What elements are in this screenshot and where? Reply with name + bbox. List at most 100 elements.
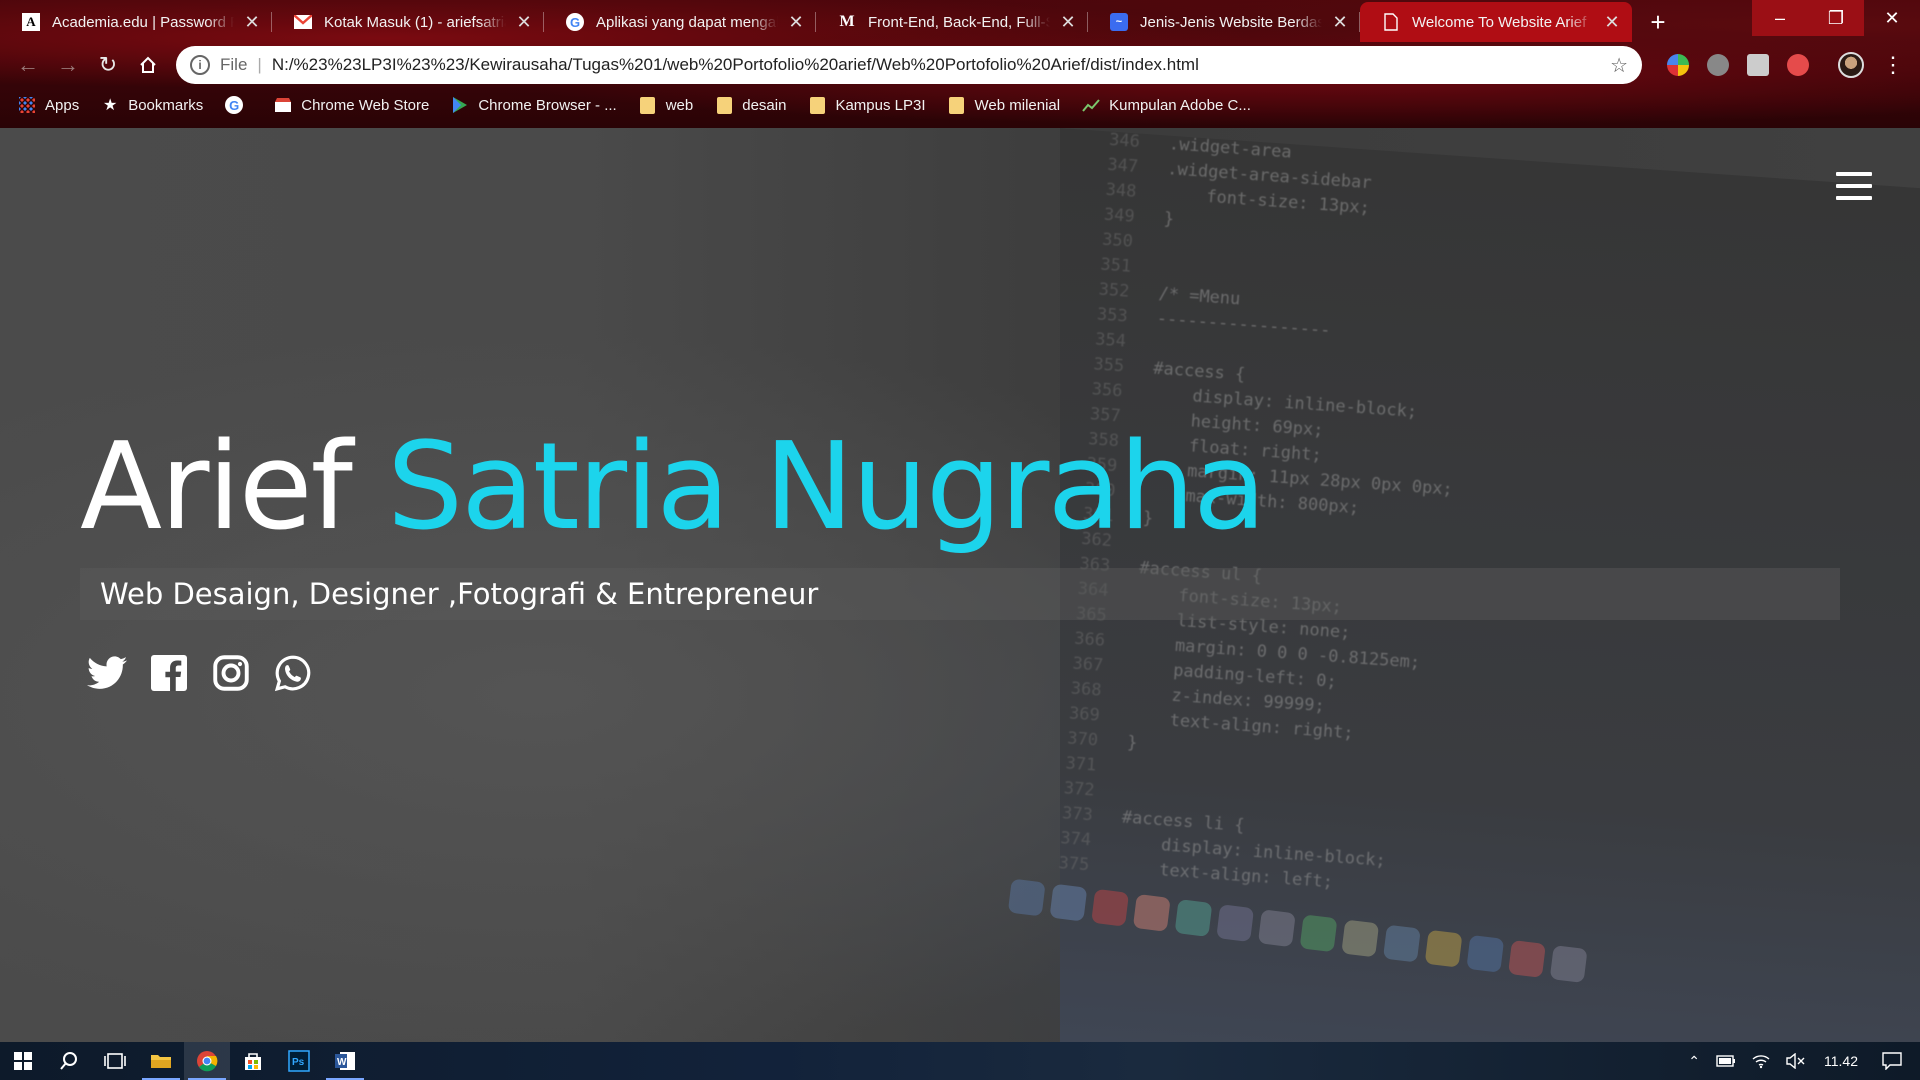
tab-title: Aplikasi yang dapat mengakses bbox=[596, 13, 778, 31]
bookmark-2[interactable]: G bbox=[225, 96, 252, 114]
start-button[interactable] bbox=[0, 1042, 46, 1080]
bookmark-7[interactable]: Kampus LP3I bbox=[808, 96, 926, 114]
bookmark-6[interactable]: desain bbox=[715, 96, 786, 114]
hero-name-highlight: Satria Nugraha bbox=[387, 418, 1267, 557]
chrome-taskbar-button[interactable] bbox=[184, 1042, 230, 1080]
clock[interactable]: 11.42 bbox=[1814, 1053, 1874, 1069]
back-button[interactable]: ← bbox=[8, 45, 48, 85]
tab-title: Kotak Masuk (1) - ariefsatria92@gmail.co… bbox=[324, 13, 506, 31]
home-icon bbox=[140, 56, 156, 73]
profile-avatar[interactable] bbox=[1838, 52, 1864, 78]
bookmark-star-icon[interactable]: ☆ bbox=[1610, 53, 1628, 78]
bookmark-1[interactable]: ★ Bookmarks bbox=[101, 96, 203, 115]
address-bar[interactable]: i File | N:/%23%23LP3I%23%23/Kewirausaha… bbox=[176, 46, 1642, 84]
tab-2[interactable]: G Aplikasi yang dapat mengakses ✕ bbox=[544, 2, 816, 42]
word-icon: W bbox=[335, 1052, 355, 1070]
forward-button[interactable]: → bbox=[48, 45, 88, 85]
whatsapp-link[interactable] bbox=[272, 652, 314, 694]
facebook-link[interactable] bbox=[148, 652, 190, 694]
extension-1-icon[interactable] bbox=[1667, 54, 1689, 76]
hero-section: Arief Satria Nugraha Web Desaign, Design… bbox=[80, 418, 1840, 694]
url-scheme: File bbox=[220, 55, 248, 74]
new-tab-button[interactable]: + bbox=[1638, 2, 1678, 42]
folder-icon bbox=[639, 96, 657, 114]
twitter-link[interactable] bbox=[86, 652, 128, 694]
apps-grid-icon bbox=[18, 96, 36, 114]
tray-expand-icon[interactable]: ⌃ bbox=[1680, 1053, 1708, 1070]
folder-icon bbox=[948, 96, 966, 114]
tab-3[interactable]: M Front-End, Back-End, Full-Stack ✕ bbox=[816, 2, 1088, 42]
play-icon bbox=[451, 96, 469, 114]
instagram-link[interactable] bbox=[210, 652, 252, 694]
chrome-web-store-icon bbox=[274, 96, 292, 114]
academia-icon: A bbox=[22, 13, 40, 31]
website-icon: ~ bbox=[1110, 13, 1128, 31]
instagram-icon bbox=[213, 655, 249, 691]
twitter-icon bbox=[87, 656, 127, 689]
task-view-icon bbox=[104, 1053, 126, 1069]
volume-muted-icon[interactable] bbox=[1778, 1053, 1814, 1069]
bookmark-0[interactable]: Apps bbox=[18, 96, 79, 114]
bookmark-3[interactable]: Chrome Web Store bbox=[274, 96, 429, 114]
tab-title: Jenis-Jenis Website Berdasarkan bbox=[1140, 13, 1322, 31]
bookmark-label: Kumpulan Adobe C... bbox=[1109, 96, 1251, 114]
bookmark-label: Chrome Browser - ... bbox=[478, 96, 617, 114]
tab-strip: A Academia.edu | Password Reset ✕ Kotak Mas… bbox=[0, 0, 1920, 42]
info-icon[interactable]: i bbox=[190, 55, 210, 75]
url-text[interactable]: N:/%23%23LP3I%23%23/Kewirausaha/Tugas%20… bbox=[272, 55, 1610, 75]
tab-close-icon[interactable]: ✕ bbox=[786, 12, 806, 33]
tab-1[interactable]: Kotak Masuk (1) - ariefsatria92@gmail.co… bbox=[272, 2, 544, 42]
tab-0[interactable]: A Academia.edu | Password Reset ✕ bbox=[0, 2, 272, 42]
tab-4[interactable]: ~ Jenis-Jenis Website Berdasarkan ✕ bbox=[1088, 2, 1360, 42]
extension-3-icon[interactable] bbox=[1747, 54, 1769, 76]
minimize-button[interactable]: – bbox=[1752, 0, 1808, 36]
close-window-button[interactable]: ✕ bbox=[1864, 0, 1920, 36]
star-icon: ★ bbox=[103, 97, 118, 114]
store-button[interactable] bbox=[230, 1042, 276, 1080]
battery-icon[interactable] bbox=[1708, 1055, 1744, 1067]
photoshop-button[interactable]: Ps bbox=[276, 1042, 322, 1080]
bookmark-label: desain bbox=[742, 96, 787, 114]
extension-4-icon[interactable] bbox=[1787, 54, 1809, 76]
extensions: ⋮ bbox=[1658, 48, 1904, 82]
hamburger-menu-button[interactable] bbox=[1836, 172, 1872, 200]
tab-title: Academia.edu | Password Reset bbox=[52, 13, 234, 31]
store-icon bbox=[245, 1053, 261, 1070]
tab-close-icon[interactable]: ✕ bbox=[242, 12, 262, 33]
bookmark-9[interactable]: Kumpulan Adobe C... bbox=[1082, 96, 1251, 114]
window-controls: – ❐ ✕ bbox=[1752, 0, 1920, 36]
bookmark-8[interactable]: Web milenial bbox=[948, 96, 1061, 114]
tab-close-icon[interactable]: ✕ bbox=[1602, 12, 1622, 33]
svg-text:W: W bbox=[337, 1057, 347, 1068]
bookmarks-bar: Apps ★ Bookmarks G Chrome Web Store Chrome Br… bbox=[0, 88, 1920, 122]
svg-text:Ps: Ps bbox=[292, 1057, 305, 1068]
chrome-icon bbox=[197, 1051, 218, 1072]
action-center-icon[interactable] bbox=[1874, 1052, 1920, 1070]
word-button[interactable]: W bbox=[322, 1042, 368, 1080]
windows-taskbar: Ps W ⌃ 11.42 bbox=[0, 1042, 1920, 1080]
home-button[interactable] bbox=[128, 45, 168, 85]
search-button[interactable] bbox=[46, 1042, 92, 1080]
hero-tagline: Web Desaign, Designer ,Fotografi & Entre… bbox=[80, 568, 1840, 620]
tab-close-icon[interactable]: ✕ bbox=[514, 12, 534, 33]
file-explorer-icon bbox=[151, 1055, 171, 1068]
menu-icon[interactable]: ⋮ bbox=[1882, 52, 1904, 78]
restore-button[interactable]: ❐ bbox=[1808, 0, 1864, 36]
bookmark-label: Kampus LP3I bbox=[835, 96, 926, 114]
extension-2-icon[interactable] bbox=[1707, 54, 1729, 76]
browser-chrome: A Academia.edu | Password Reset ✕ Kotak Mas… bbox=[0, 0, 1920, 128]
reload-button[interactable]: ↻ bbox=[88, 45, 128, 85]
tab-5[interactable]: Welcome To Website Arief ✕ bbox=[1360, 2, 1632, 42]
file-explorer-button[interactable] bbox=[138, 1042, 184, 1080]
bookmark-5[interactable]: web bbox=[639, 96, 693, 114]
task-view-button[interactable] bbox=[92, 1042, 138, 1080]
tab-title: Front-End, Back-End, Full-Stack bbox=[868, 13, 1050, 31]
folder-icon bbox=[715, 96, 733, 114]
wifi-icon[interactable] bbox=[1744, 1053, 1778, 1069]
bookmark-label: Web milenial bbox=[974, 96, 1061, 114]
tab-close-icon[interactable]: ✕ bbox=[1330, 12, 1350, 33]
social-links bbox=[80, 652, 1840, 694]
tab-close-icon[interactable]: ✕ bbox=[1058, 12, 1078, 33]
hero-name: Arief Satria Nugraha bbox=[80, 418, 1840, 558]
bookmark-4[interactable]: Chrome Browser - ... bbox=[451, 96, 617, 114]
